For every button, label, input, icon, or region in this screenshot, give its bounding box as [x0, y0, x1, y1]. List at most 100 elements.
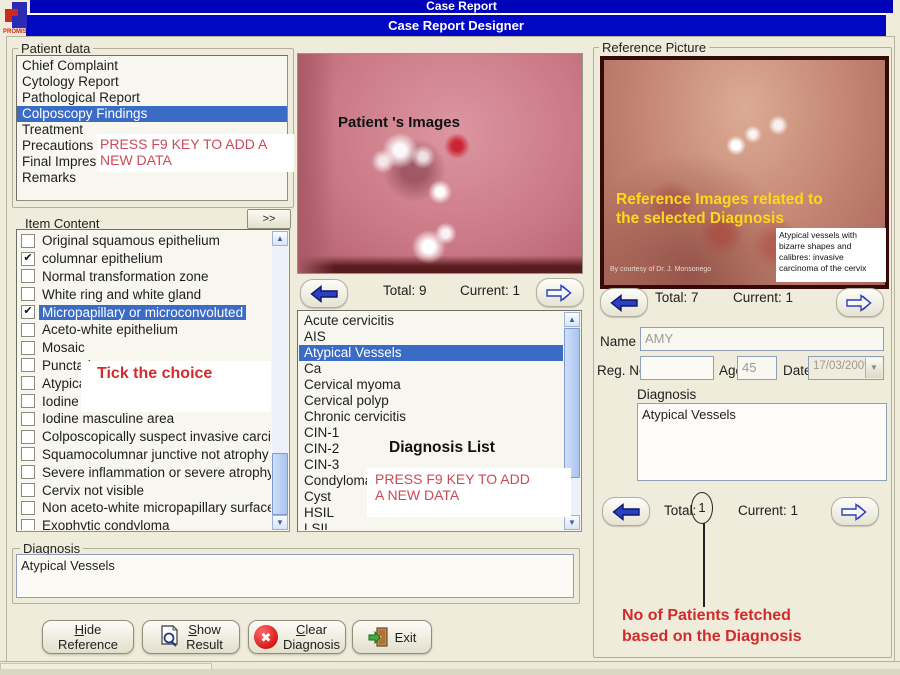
inner-window-titlebar: Case Report Designer	[26, 13, 886, 38]
checkbox-list-item[interactable]: Aceto-white epithelium	[18, 321, 271, 339]
checkbox-list-item[interactable]: Iodine masculine area	[18, 410, 271, 428]
next-reference-button[interactable]	[836, 288, 884, 317]
scroll-up-icon[interactable]: ▲	[272, 231, 288, 246]
scrollbar-thumb[interactable]	[564, 328, 580, 478]
checkbox-label: Iodine masculine area	[39, 411, 177, 426]
chevron-down-icon[interactable]: ▼	[865, 358, 882, 378]
patient-image-current: Current: 1	[460, 283, 520, 298]
next-fetched-patient-button[interactable]	[831, 497, 879, 526]
clear-diagnosis-button[interactable]: ✖ ClearDiagnosis	[248, 620, 346, 654]
checkbox-unchecked-icon[interactable]	[21, 430, 35, 444]
checkbox-unchecked-icon[interactable]	[21, 376, 35, 390]
checkbox-label: Cervix not visible	[39, 483, 147, 498]
checkbox-label: Aceto-white epithelium	[39, 322, 181, 337]
show-result-button[interactable]: ShowResult	[142, 620, 240, 654]
scroll-down-icon[interactable]: ▼	[272, 515, 288, 530]
checkbox-unchecked-icon[interactable]	[21, 269, 35, 283]
list-item[interactable]: Chief Complaint	[17, 58, 287, 74]
checkbox-list-item[interactable]: Normal transformation zone	[18, 268, 271, 286]
checkbox-list-item[interactable]: ✔columnar epithelium	[18, 250, 271, 268]
patient-diagnosis-field[interactable]: Atypical Vessels	[637, 403, 887, 481]
checkbox-unchecked-icon[interactable]	[21, 394, 35, 408]
list-item[interactable]: Ca	[299, 361, 563, 377]
checkbox-unchecked-icon[interactable]	[21, 358, 35, 372]
arrow-left-icon	[310, 285, 338, 303]
prev-reference-button[interactable]	[600, 288, 648, 317]
checkbox-label: Normal transformation zone	[39, 269, 212, 284]
next-patient-image-button[interactable]	[536, 278, 584, 307]
patient-data-list[interactable]: Chief ComplaintCytology ReportPathologic…	[16, 55, 288, 201]
list-item[interactable]: Cervical myoma	[299, 377, 563, 393]
scroll-down-icon[interactable]: ▼	[564, 515, 580, 530]
checkbox-unchecked-icon[interactable]	[21, 341, 35, 355]
list-item[interactable]: LSIL	[299, 521, 563, 530]
logo-text: PROMIS	[3, 29, 27, 35]
checkbox-list-item[interactable]: Colposcopically suspect invasive carcin	[18, 428, 271, 446]
exit-button[interactable]: Exit	[352, 620, 432, 654]
name-field[interactable]: AMY	[640, 327, 884, 351]
exit-door-icon	[368, 626, 390, 648]
list-item[interactable]: Remarks	[17, 170, 287, 186]
checkbox-list-item[interactable]: Non aceto-white micropapillary surface	[18, 499, 271, 517]
bottom-strip-outer	[0, 669, 900, 675]
checkbox-unchecked-icon[interactable]	[21, 412, 35, 426]
clear-x-icon: ✖	[254, 625, 278, 649]
checkbox-unchecked-icon[interactable]	[21, 465, 35, 479]
diagnosis-summary-field[interactable]: Atypical Vessels	[16, 554, 574, 598]
list-item[interactable]: Colposcopy Findings	[17, 106, 287, 122]
search-document-icon	[159, 625, 181, 649]
checkbox-list-item[interactable]: White ring and white gland	[18, 285, 271, 303]
checkbox-unchecked-icon[interactable]	[21, 447, 35, 461]
arrow-right-icon	[841, 503, 869, 521]
checkbox-unchecked-icon[interactable]	[21, 501, 35, 515]
regno-field[interactable]	[640, 356, 714, 380]
list-item[interactable]: Pathological Report	[17, 90, 287, 106]
reference-image-caption: Reference Images related to the selected…	[616, 190, 823, 228]
expand-button[interactable]: >>	[247, 209, 291, 229]
logo-square-blue2	[12, 16, 27, 28]
checkbox-checked-icon[interactable]: ✔	[21, 305, 35, 319]
list-item[interactable]: AIS	[299, 329, 563, 345]
date-combo[interactable]: 17/03/2009 ▼	[808, 356, 884, 380]
checkbox-unchecked-icon[interactable]	[21, 483, 35, 497]
checkbox-label: Mosaic	[39, 340, 88, 355]
patient-image-total: Total: 9	[383, 283, 427, 298]
list-item[interactable]: Cytology Report	[17, 74, 287, 90]
prev-fetched-patient-button[interactable]	[602, 497, 650, 526]
patient-diagnosis-label: Diagnosis	[637, 387, 696, 402]
annotation-pointer-line	[703, 523, 705, 607]
prev-patient-image-button[interactable]	[300, 279, 348, 308]
checkbox-list-item[interactable]: Mosaic	[18, 339, 271, 357]
checkbox-label: Severe inflammation or severe atrophy	[39, 465, 271, 480]
list-item[interactable]: Atypical Vessels	[299, 345, 563, 361]
list-item[interactable]: Acute cervicitis	[299, 313, 563, 329]
checkbox-list-item[interactable]: Severe inflammation or severe atrophy	[18, 463, 271, 481]
diagnosis-list-annotation: Diagnosis List	[389, 439, 495, 457]
reference-image-note: Atypical vessels with bizarre shapes and…	[776, 228, 886, 282]
checkbox-list-item[interactable]: Cervix not visible	[18, 481, 271, 499]
checkbox-unchecked-icon[interactable]	[21, 287, 35, 301]
checkbox-list-item[interactable]: Squamocolumnar junctive not atrophy	[18, 446, 271, 464]
page-title: Case Report Designer	[26, 15, 886, 36]
checkbox-unchecked-icon[interactable]	[21, 519, 35, 530]
outer-window-titlebar: Case Report	[30, 0, 893, 13]
scrollbar-thumb[interactable]	[272, 453, 288, 515]
tick-choice-text: Tick the choice	[97, 365, 212, 382]
name-label: Name	[600, 334, 636, 349]
checkbox-checked-icon[interactable]: ✔	[21, 252, 35, 266]
checkbox-list-item[interactable]: Original squamous epithelium	[18, 232, 271, 250]
fetched-current: Current: 1	[738, 503, 798, 518]
checkbox-unchecked-icon[interactable]	[21, 323, 35, 337]
reference-image-credit: By courtesy of Dr. J. Monsonego	[610, 266, 711, 273]
hide-reference-button[interactable]: HideReference	[42, 620, 134, 654]
checkbox-unchecked-icon[interactable]	[21, 234, 35, 248]
item-content-scrollbar[interactable]: ▲ ▼	[272, 231, 288, 530]
age-field[interactable]: 45	[737, 356, 777, 380]
checkbox-list-item[interactable]: ✔Micropapillary or microconvoluted	[18, 303, 271, 321]
patient-image-caption: Patient 's Images	[338, 114, 460, 131]
list-item[interactable]: Chronic cervicitis	[299, 409, 563, 425]
list-item[interactable]: Cervical polyp	[299, 393, 563, 409]
checkbox-list-item[interactable]: Exophytic condyloma	[18, 517, 271, 530]
scroll-up-icon[interactable]: ▲	[564, 312, 580, 327]
checkbox-label: White ring and white gland	[39, 287, 204, 302]
